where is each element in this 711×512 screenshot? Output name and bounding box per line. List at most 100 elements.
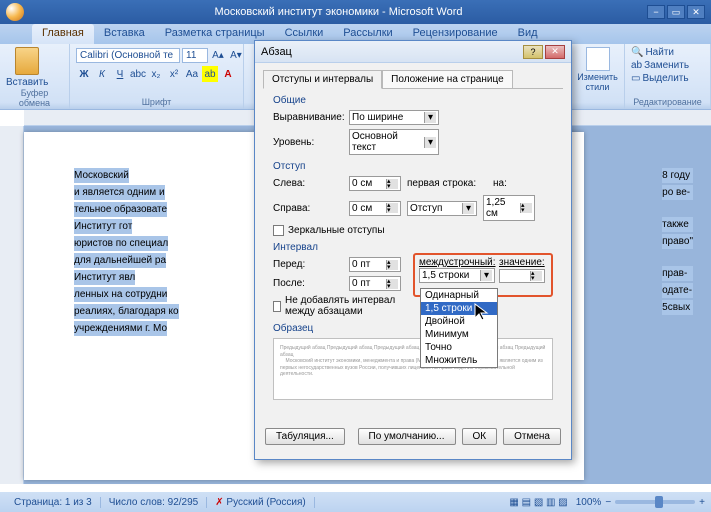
group-font-label: Шрифт [76,97,237,109]
line-spacing-label: междустрочный: [419,257,495,268]
text-line[interactable]: юристов по специал [74,236,168,251]
shrink-font-icon[interactable]: A▾ [228,47,244,63]
office-orb-icon[interactable] [6,3,24,21]
chevron-down-icon[interactable]: ▾ [424,112,436,123]
no-space-checkbox[interactable]: Не добавлять интервал между абзацами [273,295,413,317]
change-styles-button[interactable]: Изменить стили [577,47,618,93]
minimize-button[interactable]: − [647,5,665,19]
text-line[interactable]: ро ве- [662,185,693,200]
preview-box: Предыдущий абзац Предыдущий абзац Предыд… [273,338,553,400]
text-line[interactable]: для дальнейшей ра [74,253,166,268]
text-line[interactable]: учреждениями г. Мо [74,321,167,336]
superscript-icon[interactable]: x² [166,66,182,82]
subscript-icon[interactable]: x₂ [148,66,164,82]
line-spacing-dropdown: Одинарный 1,5 строки Двойной Минимум Точ… [420,288,498,368]
tab-insert[interactable]: Вставка [94,24,155,44]
line-spacing-combo[interactable]: 1,5 строки▾ [419,268,495,283]
text-line[interactable]: реалиях, благодаря ко [74,304,179,319]
dialog-close-button[interactable]: ✕ [545,45,565,59]
zoom-slider[interactable] [615,500,695,504]
font-size-combo[interactable]: 11 [182,48,208,63]
first-line-combo[interactable]: Отступ▾ [407,201,477,216]
indent-left-spin[interactable]: 0 см▴▾ [349,176,401,191]
indent-left-label: Слева: [273,178,343,189]
case-icon[interactable]: Aa [184,66,200,82]
dropdown-option[interactable]: Множитель [421,354,497,367]
tab-home[interactable]: Главная [32,24,94,44]
zoom-in-button[interactable]: + [699,497,705,508]
chevron-down-icon[interactable]: ▾ [462,203,474,214]
status-language[interactable]: ✗ Русский (Россия) [207,497,315,508]
dialog-help-button[interactable]: ? [523,45,543,59]
grow-font-icon[interactable]: A▴ [210,47,226,63]
text-line[interactable]: Институт явл [74,270,135,285]
section-preview-header: Образец [273,323,553,334]
chevron-down-icon[interactable]: ▾ [424,137,436,148]
mouse-cursor-icon [473,302,493,322]
font-name-combo[interactable]: Calibri (Основной те [76,48,180,63]
alignment-combo[interactable]: По ширине▾ [349,110,439,125]
spacing-before-label: Перед: [273,259,343,270]
level-combo[interactable]: Основной текст▾ [349,129,439,155]
paste-label: Вставить [6,77,48,88]
section-spacing-header: Интервал [273,242,553,253]
strike-icon[interactable]: abc [130,66,146,82]
cancel-button[interactable]: Отмена [503,428,561,445]
text-line[interactable]: Институт гот [74,219,132,234]
group-clipboard-label: Буфер обмена [6,88,63,110]
underline-icon[interactable]: Ч [112,66,128,82]
group-editing-label: Редактирование [631,97,704,109]
text-line[interactable]: Московский [74,168,129,183]
maximize-button[interactable]: ▭ [667,5,685,19]
alignment-label: Выравнивание: [273,112,343,123]
paste-button[interactable]: Вставить [6,47,48,88]
select-button[interactable]: ▭Выделить [631,73,689,84]
zoom-level[interactable]: 100% [576,497,602,508]
text-line[interactable]: 5свых [662,300,693,315]
window-title: Московский институт экономики - Microsof… [30,6,647,18]
dropdown-option[interactable]: Точно [421,341,497,354]
zoom-out-button[interactable]: − [605,497,611,508]
ok-button[interactable]: ОК [462,428,498,445]
status-bar: Страница: 1 из 3 Число слов: 92/295 ✗ Ру… [0,492,711,512]
text-line[interactable]: одате- [662,283,693,298]
indent-right-spin[interactable]: 0 см▴▾ [349,201,401,216]
status-page[interactable]: Страница: 1 из 3 [6,497,101,508]
spacing-value-spin[interactable]: ▴▾ [499,269,545,283]
text-line[interactable]: право" [662,234,693,249]
status-word-count[interactable]: Число слов: 92/295 [101,497,208,508]
dropdown-option[interactable]: Минимум [421,328,497,341]
replace-button[interactable]: abЗаменить [631,60,689,71]
spacing-after-label: После: [273,278,343,289]
dialog-tab-position[interactable]: Положение на странице [382,70,512,89]
indent-by-spin[interactable]: 1,25 см▴▾ [483,195,535,221]
mirror-indents-checkbox[interactable]: Зеркальные отступы [273,225,553,236]
default-button[interactable]: По умолчанию... [358,428,456,445]
spacing-after-spin[interactable]: 0 пт▴▾ [349,276,401,291]
italic-icon[interactable]: К [94,66,110,82]
dialog-tab-indents[interactable]: Отступы и интервалы [263,70,382,89]
find-button[interactable]: 🔍Найти [631,47,674,58]
text-line[interactable]: тельное образовате [74,202,167,217]
dropdown-option[interactable]: Одинарный [421,289,497,302]
dialog-titlebar[interactable]: Абзац ? ✕ [255,41,571,63]
spacing-before-spin[interactable]: 0 пт▴▾ [349,257,401,272]
highlight-icon[interactable]: ab [202,66,218,82]
view-buttons[interactable]: ▦ ▤ ▧ ▥ ▨ [501,497,575,508]
vertical-ruler[interactable] [0,126,24,484]
window-titlebar: Московский институт экономики - Microsof… [0,0,711,24]
close-button[interactable]: ✕ [687,5,705,19]
text-line[interactable]: ленных на сотрудни [74,287,167,302]
chevron-down-icon[interactable]: ▾ [480,270,492,281]
level-label: Уровень: [273,137,343,148]
text-line[interactable]: также [662,217,693,232]
section-general-header: Общие [273,95,553,106]
spellcheck-icon: ✗ [215,497,223,508]
tabs-button[interactable]: Табуляция... [265,428,345,445]
bold-icon[interactable]: Ж [76,66,92,82]
font-color-icon[interactable]: A [220,66,236,82]
text-line[interactable]: 8 году [662,168,693,183]
text-line[interactable]: прав- [662,266,693,281]
section-indent-header: Отступ [273,161,553,172]
text-line[interactable]: и является одним и [74,185,165,200]
